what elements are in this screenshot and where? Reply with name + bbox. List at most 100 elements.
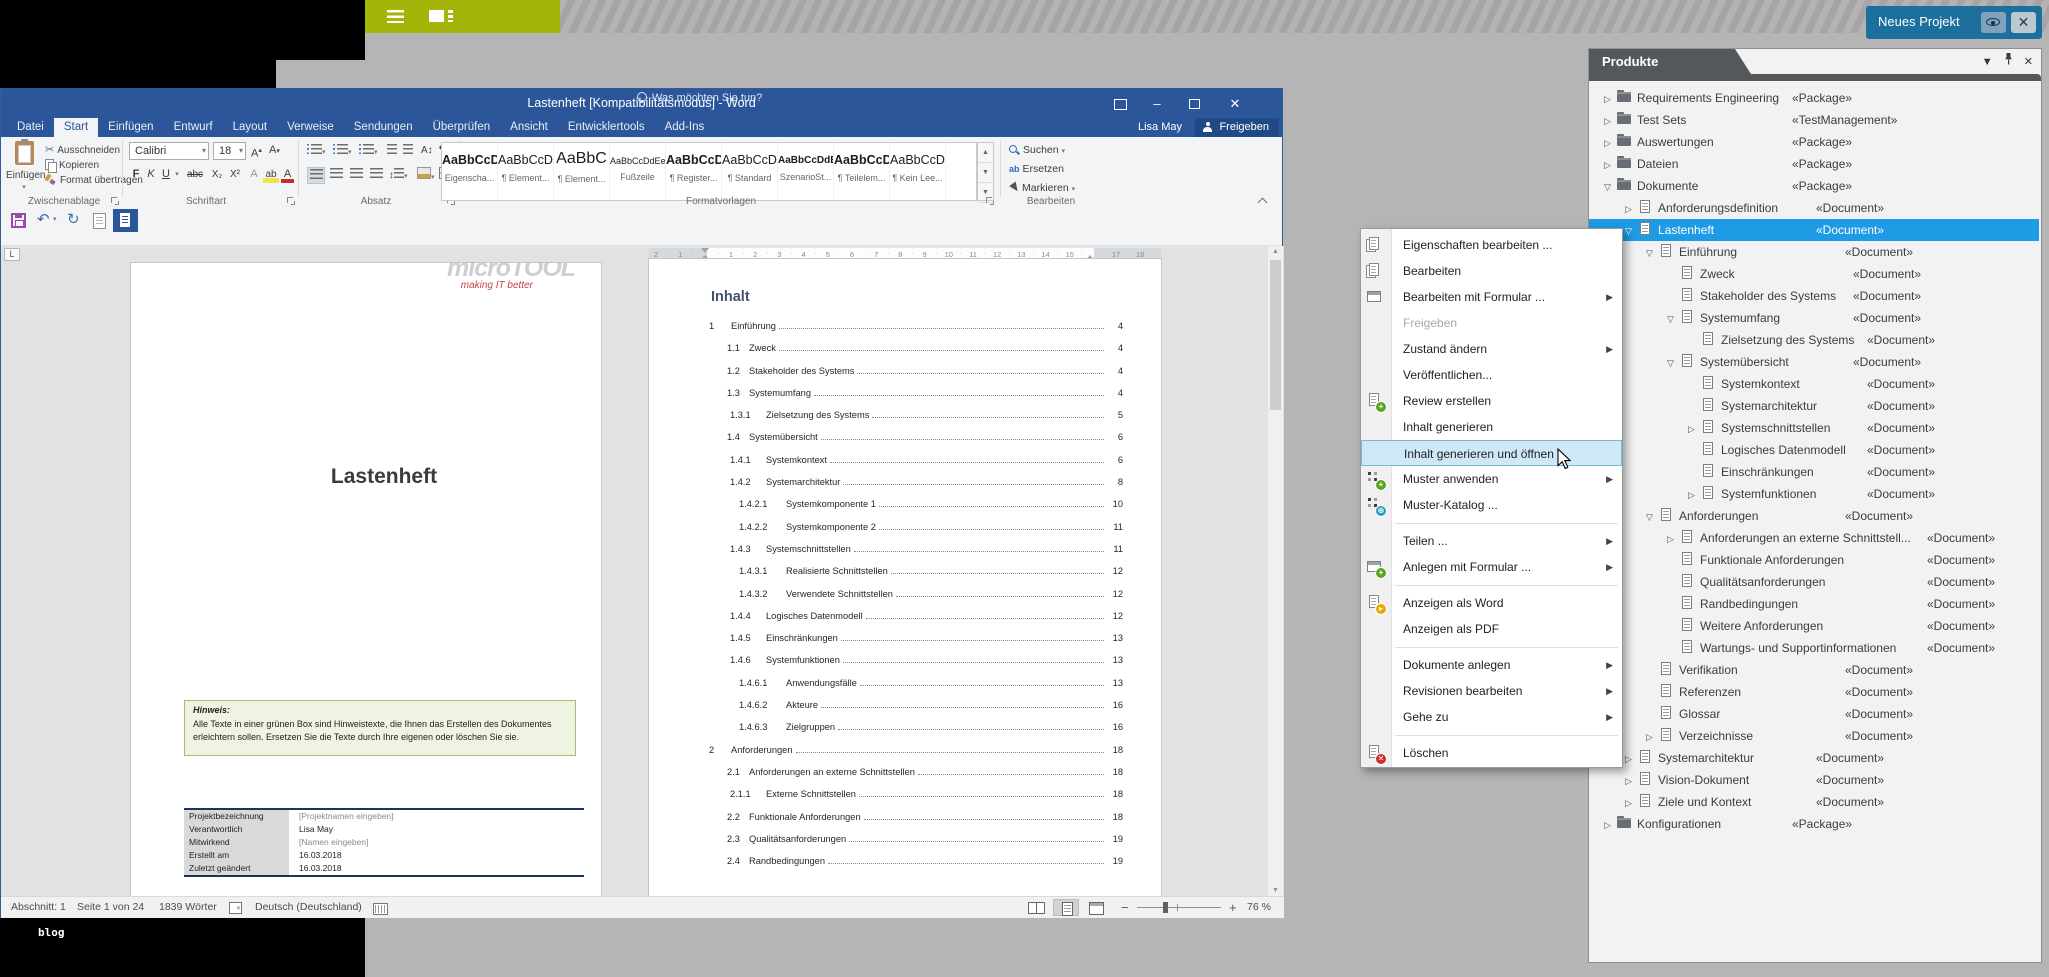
web-layout-button[interactable] [1083,899,1109,916]
tree-item-einschränkungen[interactable]: Einschränkungen«Document» [1589,461,2039,483]
replace-button[interactable]: Ersetzen [1009,161,1064,177]
tree-item-systemübersicht[interactable]: ▽Systemübersicht«Document» [1589,351,2039,373]
subscript-button[interactable]: X₂ [209,166,225,183]
collapse-arrow-icon[interactable]: ▽ [1599,176,1616,198]
sort-button[interactable]: A↕ [421,142,433,159]
align-center-button[interactable] [327,167,345,184]
styles-gallery-scroll[interactable]: ▲▼▼ [977,142,994,201]
expand-arrow-icon[interactable]: ▷ [1620,792,1637,814]
tab-überprüfen[interactable]: Überprüfen [423,118,501,137]
expand-arrow-icon[interactable]: ▷ [1683,418,1700,440]
toc-entry-systemschnittstellen[interactable]: 1.4.3Systemschnittstellen11 [709,544,1123,566]
redo-button[interactable]: ↻ [67,210,80,234]
toc-entry-qualitätsanforderungen[interactable]: 2.3Qualitätsanforderungen19 [709,834,1123,856]
menu-item-review-erstellen[interactable]: +Review erstellen [1361,388,1622,414]
align-left-button[interactable] [307,167,325,184]
expand-arrow-icon[interactable]: ▷ [1620,770,1637,792]
tree-item-logisches-datenmodell[interactable]: Logisches Datenmodell«Document» [1589,439,2039,461]
toc-entry-realisierte-schnittstellen[interactable]: 1.4.3.1Realisierte Schnittstellen12 [709,566,1123,588]
tab-entwurf[interactable]: Entwurf [164,118,223,137]
undo-dropdown-icon[interactable]: ▾ [53,215,57,239]
zoom-level[interactable]: 76 % [1247,901,1271,913]
menu-item-muster-katalog[interactable]: ⊕Muster-Katalog ... [1361,492,1622,518]
select-button[interactable]: Markieren ▾ [1009,180,1075,196]
toc-entry-verwendete-schnittstellen[interactable]: 1.4.3.2Verwendete Schnittstellen12 [709,589,1123,611]
style-item-register[interactable]: AaBbCcD¶ Register... [666,143,722,200]
tree-item-zielsetzung-des-systems[interactable]: Zielsetzung des Systems«Document» [1589,329,2039,351]
close-button[interactable]: ✕ [1218,89,1252,118]
tree-item-systemschnittstellen[interactable]: ▷Systemschnittstellen«Document» [1589,417,2039,439]
style-item-kein-lee[interactable]: AaBbCcD¶ Kein Lee... [890,143,946,200]
menu-item-bearbeiten[interactable]: Bearbeiten [1361,258,1622,284]
toc-entry-akteure[interactable]: 1.4.6.2Akteure16 [709,700,1123,722]
numbering-button[interactable]: ▾ [333,143,352,160]
scroll-down-icon[interactable]: ▼ [1268,887,1283,894]
expand-arrow-icon[interactable]: ▷ [1599,88,1616,110]
collapse-arrow-icon[interactable]: ▽ [1662,352,1679,374]
document-page-1[interactable]: microTOOL making IT better Lastenheft Hi… [131,263,601,896]
account-name[interactable]: Lisa May [1138,118,1182,137]
style-item-element[interactable]: AaBbCcDc¶ Element... [498,143,554,200]
save-button[interactable] [11,213,26,228]
zoom-slider-thumb[interactable] [1163,902,1168,913]
maximize-button[interactable] [1177,89,1211,118]
expand-arrow-icon[interactable]: ▷ [1662,528,1679,550]
expand-arrow-icon[interactable]: ▷ [1599,110,1616,132]
undo-button[interactable]: ↶ [37,210,50,234]
minimize-button[interactable]: – [1140,89,1174,118]
tree-item-systemarchitektur[interactable]: ▷Systemarchitektur«Document» [1589,747,2039,769]
style-item-eigenscha[interactable]: AaBbCcDEigenscha... [442,143,498,200]
bullets-button[interactable]: ▾ [307,143,326,160]
menu-item-dokumente-anlegen[interactable]: Dokumente anlegen▶ [1361,652,1622,678]
align-right-button[interactable] [347,167,365,184]
pin-icon[interactable] [2004,56,2013,68]
toc-entry-systemkomponente-1[interactable]: 1.4.2.1Systemkomponente 110 [709,499,1123,521]
proofing-icon[interactable] [229,902,243,916]
toc-entry-zweck[interactable]: 1.1Zweck4 [709,343,1123,365]
multilevel-list-button[interactable]: ▾ [359,143,378,160]
justify-button[interactable] [367,167,385,184]
toc-entry-funktionale-anforderungen[interactable]: 2.2Funktionale Anforderungen18 [709,812,1123,834]
italic-button[interactable]: K [145,166,157,183]
line-spacing-button[interactable]: ↕▾ [389,167,408,184]
eye-icon[interactable] [1981,12,2006,33]
clipboard-dialog-launcher[interactable] [111,197,119,205]
tree-item-weitere-anforderungen[interactable]: Weitere Anforderungen«Document» [1589,615,2039,637]
menu-item-inhalt-generieren-und-öffnen[interactable]: Inhalt generieren und öffnen [1361,440,1622,466]
scrollbar-thumb[interactable] [1270,260,1281,410]
toc-entry-systemkontext[interactable]: 1.4.1Systemkontext6 [709,455,1123,477]
read-mode-button[interactable] [1023,899,1049,916]
tree-item-verzeichnisse[interactable]: ▷Verzeichnisse«Document» [1589,725,2039,747]
tab-datei[interactable]: Datei [7,118,54,137]
tree-item-konfigurationen[interactable]: ▷Konfigurationen«Package» [1589,813,2039,835]
tab-verweise[interactable]: Verweise [277,118,344,137]
underline-dropdown[interactable]: ▾ [173,166,181,183]
print-layout-view-button[interactable] [1053,899,1079,916]
menu-item-inhalt-generieren[interactable]: Inhalt generieren [1361,414,1622,440]
tell-me-box[interactable]: Was möchten Sie tun? [637,89,762,108]
increase-indent-button[interactable] [403,143,413,160]
highlight-color-button[interactable]: ab [263,166,279,183]
toc-entry-systemübersicht[interactable]: 1.4Systemübersicht6 [709,432,1123,454]
decrease-indent-button[interactable] [387,143,397,160]
keyboard-icon[interactable] [373,903,388,918]
share-button[interactable]: Freigeben [1195,118,1279,137]
ribbon-display-options-button[interactable] [1103,89,1137,118]
tree-item-randbedingungen[interactable]: Randbedingungen«Document» [1589,593,2039,615]
superscript-button[interactable]: X² [227,166,243,183]
menu-item-anzeigen-als-word[interactable]: ▸Anzeigen als Word [1361,590,1622,616]
tree-item-einführung[interactable]: ▽Einführung«Document» [1589,241,2039,263]
menu-item-revisionen-bearbeiten[interactable]: Revisionen bearbeiten▶ [1361,678,1622,704]
close-icon[interactable]: ✕ [2011,12,2036,33]
collapse-arrow-icon[interactable]: ▽ [1641,506,1658,528]
expand-arrow-icon[interactable]: ▷ [1599,814,1616,836]
tree-item-systemkontext[interactable]: Systemkontext«Document» [1589,373,2039,395]
menu-item-eigenschaften-bearbeiten[interactable]: Eigenschaften bearbeiten ... [1361,232,1622,258]
tree-item-wartungs-und-supportinformationen[interactable]: Wartungs- und Supportinformationen«Docum… [1589,637,2039,659]
new-project-tab[interactable]: Neues Projekt ✕ [1866,6,2042,39]
styles-dialog-launcher[interactable] [986,197,994,205]
tree-item-anforderungen-an-externe-schnittstell[interactable]: ▷Anforderungen an externe Schnittstell..… [1589,527,2039,549]
word-count[interactable]: 1839 Wörter [159,901,217,913]
draft-view-button[interactable] [93,213,106,229]
tree-item-funktionale-anforderungen[interactable]: Funktionale Anforderungen«Document» [1589,549,2039,571]
